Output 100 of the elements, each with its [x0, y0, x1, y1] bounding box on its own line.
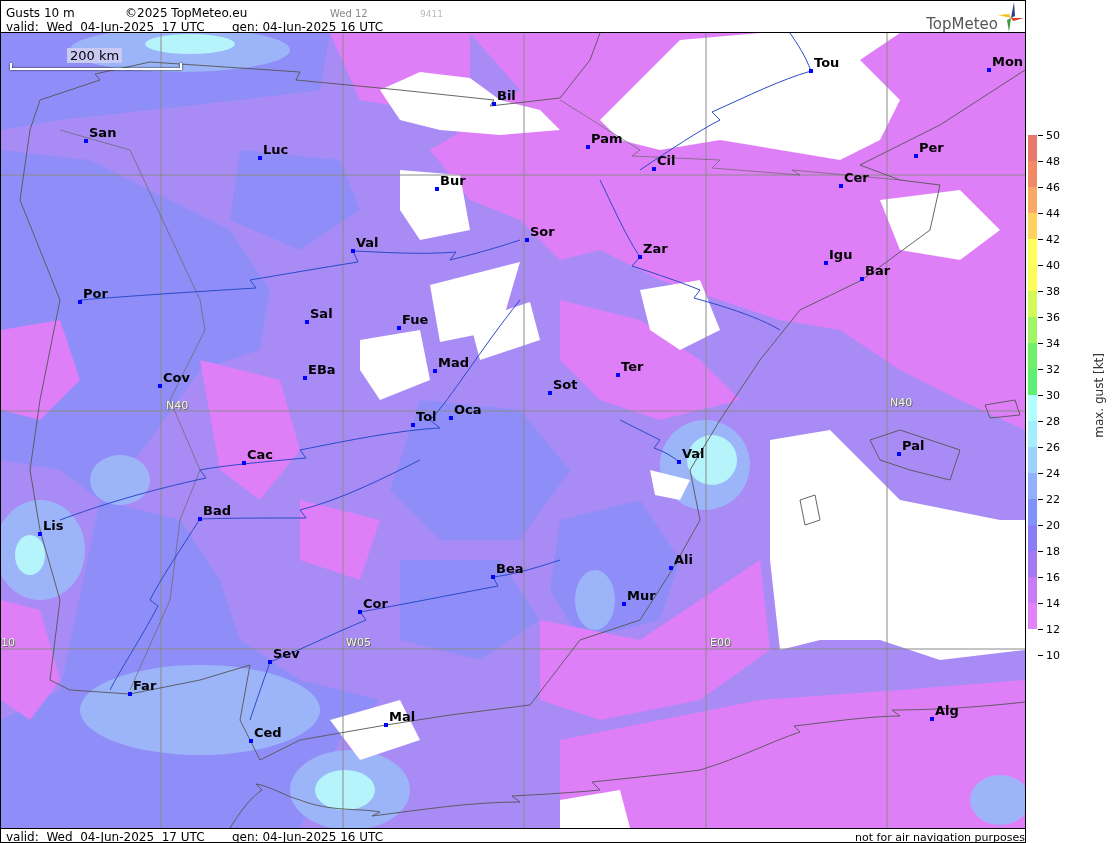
city-label: Cor — [363, 596, 388, 611]
square-marker-icon — [384, 723, 388, 727]
square-marker-icon — [824, 261, 828, 265]
city-label: Mur — [627, 588, 656, 603]
square-marker-icon — [669, 566, 673, 570]
city-label: Sor — [530, 224, 555, 239]
scale-tick-label: 48 — [1038, 154, 1060, 168]
square-marker-icon — [198, 517, 202, 521]
city-label: Fue — [402, 312, 429, 327]
square-marker-icon — [411, 423, 415, 427]
scale-tick-label: 38 — [1038, 284, 1060, 298]
scale-tick-label: 32 — [1038, 362, 1060, 376]
city-label: Por — [83, 286, 108, 301]
star-logo-icon — [998, 2, 1024, 32]
city-label: Bad — [203, 503, 231, 518]
city-label: Mad — [438, 355, 469, 370]
city-label: Oca — [454, 402, 482, 417]
square-marker-icon — [616, 373, 620, 377]
scale-tick-label: 36 — [1038, 310, 1060, 324]
square-marker-icon — [158, 384, 162, 388]
city-label: Sot — [553, 377, 578, 392]
square-marker-icon — [303, 376, 307, 380]
scale-tick-label: 24 — [1038, 466, 1060, 480]
square-marker-icon — [242, 461, 246, 465]
square-marker-icon — [586, 145, 590, 149]
square-marker-icon — [548, 391, 552, 395]
city-label: Zar — [643, 241, 668, 256]
city-label: Bar — [865, 263, 891, 278]
city-label: Luc — [263, 142, 289, 157]
square-marker-icon — [491, 575, 495, 579]
square-marker-icon — [258, 156, 262, 160]
run-number: 9411 — [420, 9, 443, 19]
grid-label: N40 — [890, 396, 913, 409]
grid-label: E00 — [710, 636, 731, 649]
city-label: Val — [356, 235, 379, 250]
city-label: Ali — [674, 552, 693, 567]
scale-tick-label: 30 — [1038, 388, 1060, 402]
grid-label: W05 — [346, 636, 371, 649]
square-marker-icon — [638, 255, 642, 259]
square-marker-icon — [358, 610, 362, 614]
city-label: Val — [682, 446, 705, 461]
scale-tick-label: 16 — [1038, 570, 1060, 584]
scale-tick-label: 34 — [1038, 336, 1060, 350]
square-marker-icon — [128, 692, 132, 696]
city-label: EBa — [308, 362, 336, 377]
square-marker-icon — [525, 238, 529, 242]
city-label: Sal — [310, 306, 333, 321]
scale-tick-label: 42 — [1038, 232, 1060, 246]
city-label: Cov — [163, 370, 190, 385]
city-label: Bur — [440, 173, 466, 188]
square-marker-icon — [435, 187, 439, 191]
city-label: Far — [133, 678, 157, 693]
scale-tick-label: 10 — [1038, 648, 1060, 662]
brand-name: TopMeteo — [926, 16, 998, 32]
scale-tick-label: 26 — [1038, 440, 1060, 454]
scale-tick-label: 44 — [1038, 206, 1060, 220]
city-label: Lis — [43, 518, 64, 533]
square-marker-icon — [268, 660, 272, 664]
square-marker-icon — [914, 154, 918, 158]
city-label: Alg — [935, 703, 959, 718]
city-label: Ter — [621, 359, 644, 374]
scale-tick-label: 12 — [1038, 622, 1060, 636]
copyright-text: ©2025 TopMeteo.eu — [125, 6, 248, 20]
square-marker-icon — [860, 277, 864, 281]
map-title: Gusts 10 m — [6, 6, 75, 20]
city-label: Mon — [992, 54, 1024, 69]
square-marker-icon — [839, 184, 843, 188]
scale-tick-label: 22 — [1038, 492, 1060, 506]
square-marker-icon — [38, 532, 42, 536]
square-marker-icon — [351, 249, 355, 253]
scale-label: 200 km — [67, 48, 123, 63]
city-label: Pam — [591, 131, 623, 146]
square-marker-icon — [987, 68, 991, 72]
city-label: Per — [919, 140, 944, 155]
city-label: Ced — [254, 725, 282, 740]
scale-tick-label: 28 — [1038, 414, 1060, 428]
valid-time: valid: Wed 04-Jun-2025 17 UTC — [6, 830, 205, 843]
square-marker-icon — [84, 139, 88, 143]
scale-tick-label: 20 — [1038, 518, 1060, 532]
square-marker-icon — [78, 300, 82, 304]
square-marker-icon — [652, 167, 656, 171]
square-marker-icon — [492, 102, 496, 106]
scale-tick-label: 18 — [1038, 544, 1060, 558]
square-marker-icon — [622, 602, 626, 606]
scale-tick-label: 40 — [1038, 258, 1060, 272]
square-marker-icon — [433, 369, 437, 373]
city-label: Bil — [497, 88, 516, 103]
forecast-day-label: Wed 12 — [330, 8, 368, 19]
city-label: Pal — [902, 438, 925, 453]
square-marker-icon — [449, 416, 453, 420]
city-label: Sev — [273, 646, 300, 661]
city-label: Bea — [496, 561, 524, 576]
city-label: Cac — [247, 447, 274, 462]
generated-time: gen: 04-Jun-2025 16 UTC — [232, 830, 384, 843]
disclaimer-text: not for air navigation purposes — [855, 831, 1025, 843]
scale-tick-label: 14 — [1038, 596, 1060, 610]
square-marker-icon — [930, 717, 934, 721]
city-label: Tou — [814, 55, 840, 70]
square-marker-icon — [677, 460, 681, 464]
square-marker-icon — [305, 320, 309, 324]
